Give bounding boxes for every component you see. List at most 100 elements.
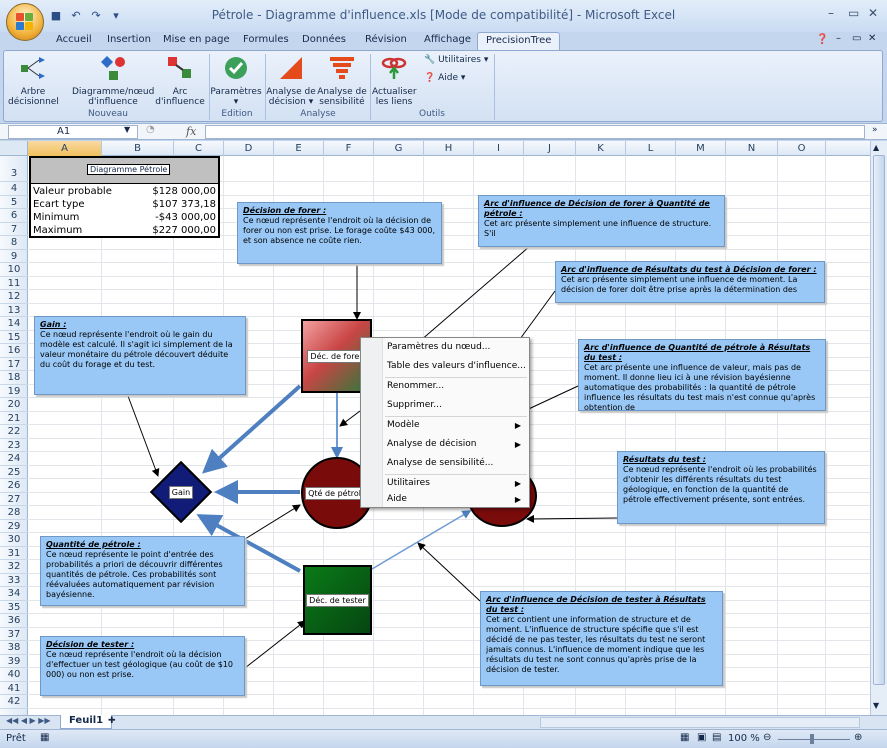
refresh-links-icon: [381, 57, 407, 79]
insert-function-icon[interactable]: fx: [186, 125, 196, 138]
influence-arc-icon: [168, 57, 191, 78]
formula-cancel-icon[interactable]: ◔: [146, 124, 155, 135]
aide-menu[interactable]: ❓ Aide ▾: [424, 73, 465, 83]
zoom-slider-thumb[interactable]: [810, 734, 814, 744]
callout-line: [519, 290, 556, 340]
menu-item-renommer[interactable]: Renommer...: [361, 377, 529, 396]
influence-arc: [202, 384, 302, 474]
callout-arrow: [526, 514, 618, 523]
menu-item-aide[interactable]: Aide ▶: [361, 490, 529, 509]
analyse-decision-button[interactable]: Analyse de décision ▾: [266, 54, 316, 107]
menu-item-analyse-sensibilite[interactable]: Analyse de sensibilité...: [361, 454, 529, 473]
decision-analysis-icon: [280, 57, 302, 79]
settings-check-icon: [225, 57, 247, 79]
close-icon[interactable]: ✕: [868, 6, 878, 20]
tab-accueil[interactable]: Accueil: [56, 34, 92, 45]
node-decision-tester[interactable]: Déc. de tester: [303, 565, 372, 635]
ribbon-minimize-icon[interactable]: –: [836, 33, 841, 44]
group-label-analyse: Analyse: [300, 109, 336, 119]
formula-bar: A1 ▼ ◔ fx »: [0, 123, 887, 140]
office-button[interactable]: [6, 3, 44, 41]
zoom-out-icon[interactable]: ⊖: [763, 732, 771, 743]
diagramme-influence-button[interactable]: Diagramme/nœud d'influence: [72, 54, 154, 107]
menu-item-parametres-noeud[interactable]: Paramètres du nœud...: [361, 338, 529, 357]
note-resultats-test[interactable]: Résultats du test : Ce nœud représente l'…: [617, 451, 825, 524]
tab-formules[interactable]: Formules: [243, 34, 289, 45]
menu-item-analyse-decision[interactable]: Analyse de décision ▶: [361, 435, 529, 454]
note-gain[interactable]: Gain : Ce nœud représente l'endroit où le…: [34, 316, 246, 395]
submenu-arrow-icon: ▶: [514, 421, 521, 430]
macro-record-icon[interactable]: ▦: [40, 732, 49, 743]
tab-revision[interactable]: Révision: [365, 34, 407, 45]
ribbon: Arbre décisionnel Diagramme/nœud d'influen…: [3, 50, 883, 122]
influence-diagram-icon: [101, 56, 125, 80]
sheet-tabs-bar: ◀◀ ◀ ▶ ▶▶ Feuil1 ✚: [0, 715, 887, 729]
maximize-icon[interactable]: ▭: [848, 6, 859, 20]
sheet-tab-feuil1[interactable]: Feuil1: [60, 715, 113, 729]
callout-arrow: [244, 504, 301, 540]
zoom-level[interactable]: 100 %: [728, 733, 760, 744]
tornado-chart-icon: [330, 57, 354, 79]
callout-arrow: [417, 542, 481, 602]
ribbon-restore-icon[interactable]: ▭: [852, 33, 861, 44]
minimize-icon[interactable]: –: [828, 6, 834, 20]
note-quantite-petrole[interactable]: Quantité de pétrole : Ce nœud représente …: [40, 536, 245, 606]
zoom-slider[interactable]: [778, 739, 850, 740]
help-circle-icon: ❓: [424, 73, 436, 83]
note-arc-quantite-resultats[interactable]: Arc d'influence de Quantité de pétrole à…: [578, 339, 826, 411]
window-title: Pétrole - Diagramme d'influence.xls [Mod…: [211, 8, 676, 22]
utilitaires-menu[interactable]: 🔧 Utilitaires ▾: [424, 55, 488, 65]
group-label-nouveau: Nouveau: [87, 109, 129, 119]
tab-donnees[interactable]: Données: [302, 34, 346, 45]
tab-mise-en-page[interactable]: Mise en page: [163, 34, 230, 45]
expand-formula-icon[interactable]: »: [872, 125, 878, 135]
formula-input[interactable]: [205, 125, 865, 139]
menu-item-modele[interactable]: Modèle ▶: [361, 416, 529, 435]
scroll-down-icon[interactable]: ▼: [873, 701, 879, 710]
callout-arrow: [244, 620, 306, 669]
analyse-sensibilite-button[interactable]: Analyse de sensibilité: [316, 54, 368, 107]
tab-affichage[interactable]: Affichage: [424, 34, 471, 45]
zoom-in-icon[interactable]: ⊕: [854, 732, 862, 743]
ribbon-tabs: Accueil Insertion Mise en page Formules …: [0, 32, 887, 51]
status-text: Prêt: [6, 733, 26, 744]
note-arc-forer-quantite[interactable]: Arc d'influence de Décision de forer à Q…: [478, 195, 725, 247]
menu-item-table-valeurs[interactable]: Table des valeurs d'influence...: [361, 357, 529, 376]
note-arc-resultats-forer[interactable]: Arc d'influence de Résultats du test à D…: [555, 261, 825, 303]
influence-arc: [371, 510, 472, 570]
horizontal-scrollbar[interactable]: [540, 717, 860, 728]
ribbon-close-icon[interactable]: ✕: [868, 33, 876, 44]
namebox-dropdown-icon[interactable]: ▼: [124, 125, 130, 134]
name-box[interactable]: A1: [8, 125, 138, 139]
menu-item-supprimer[interactable]: Supprimer...: [361, 396, 529, 415]
group-label-edition: Edition: [221, 109, 253, 119]
insert-sheet-icon[interactable]: ✚: [108, 716, 116, 726]
note-decision-forer[interactable]: Décision de forer : Ce nœud représente l'…: [237, 202, 442, 264]
group-label-outils: Outils: [418, 109, 445, 119]
tab-insertion[interactable]: Insertion: [107, 34, 151, 45]
normal-view-icon[interactable]: ▦: [680, 732, 689, 743]
decision-tree-icon: [21, 57, 45, 79]
context-menu: Paramètres du nœud... Table des valeurs …: [360, 337, 530, 508]
tab-precisiontree[interactable]: PrecisionTree: [477, 32, 561, 51]
help-icon[interactable]: ❓: [816, 34, 828, 45]
actualiser-liens-button[interactable]: Actualiser les liens: [372, 54, 417, 107]
submenu-arrow-icon: ▶: [514, 440, 521, 449]
arc-influence-button[interactable]: Arc d'influence: [154, 54, 206, 107]
note-arc-tester-resultats[interactable]: Arc d'influence de Décision de tester à …: [480, 591, 723, 686]
status-bar: Prêt ▦ ▦ ▣ ▤ 100 % ⊖ ⊕: [0, 729, 887, 748]
arbre-decisionnel-button[interactable]: Arbre décisionnel: [8, 54, 59, 107]
vertical-scrollbar[interactable]: ▲ ▼: [870, 141, 887, 715]
parametres-button[interactable]: Paramètres ▾: [210, 54, 262, 107]
submenu-arrow-icon: ▶: [514, 495, 521, 504]
scroll-thumb[interactable]: [873, 155, 885, 685]
office-logo-icon: [16, 13, 34, 31]
note-decision-tester[interactable]: Décision de tester : Ce nœud représente l…: [40, 636, 245, 696]
wrench-icon: 🔧: [424, 55, 436, 65]
node-gain[interactable]: Gain: [146, 460, 216, 524]
sheet-nav-icons[interactable]: ◀◀ ◀ ▶ ▶▶: [6, 716, 51, 725]
callout-arrow: [339, 410, 361, 427]
page-break-icon[interactable]: ▤: [712, 732, 721, 743]
page-layout-icon[interactable]: ▣: [697, 732, 706, 743]
scroll-up-icon[interactable]: ▲: [873, 143, 879, 152]
